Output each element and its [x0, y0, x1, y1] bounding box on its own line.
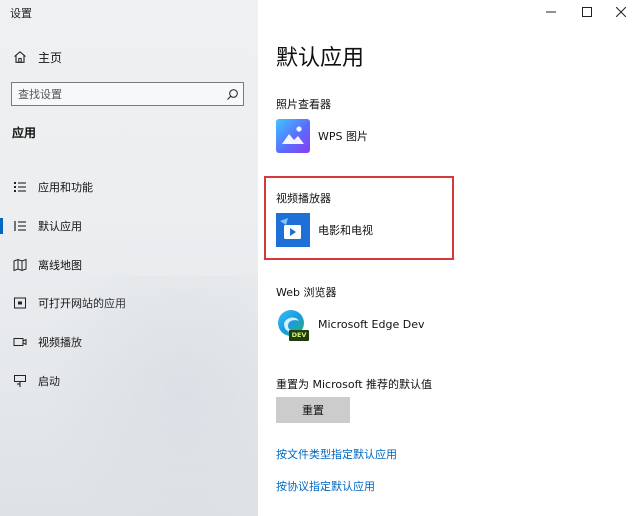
maximize-icon	[582, 2, 592, 21]
choose-by-protocol-link[interactable]: 按协议指定默认应用	[276, 478, 375, 494]
window-title: 设置	[10, 7, 32, 20]
dev-badge: DEV	[291, 331, 307, 339]
sidebar-nav-list: 应用和功能 默认应用 离线地图 可打开网站的应用 视频播放 启动	[0, 168, 258, 400]
search-box[interactable]	[11, 82, 244, 106]
video-icon	[12, 334, 28, 350]
list-icon	[12, 179, 28, 195]
wps-picture-icon	[276, 119, 310, 153]
sidebar-item-label: 离线地图	[38, 258, 82, 272]
sidebar-item-apps-for-websites[interactable]: 可打开网站的应用	[0, 284, 258, 323]
maximize-button[interactable]	[570, 0, 604, 22]
sidebar-item-label: 启动	[38, 374, 60, 388]
photo-viewer-app-name: WPS 图片	[318, 130, 368, 143]
video-player-app-name: 电影和电视	[318, 224, 373, 237]
web-app-icon	[12, 295, 28, 311]
movies-tv-icon	[276, 213, 310, 247]
minimize-button[interactable]	[534, 0, 568, 22]
home-label: 主页	[38, 50, 63, 65]
sidebar-item-default-apps[interactable]: 默认应用	[0, 207, 258, 246]
sidebar-item-label: 应用和功能	[38, 181, 93, 195]
page-title: 默认应用	[276, 46, 365, 71]
sidebar-item-video-playback[interactable]: 视频播放	[0, 323, 258, 362]
reset-label: 重置为 Microsoft 推荐的默认值	[276, 378, 433, 391]
video-player-label: 视频播放器	[276, 192, 331, 205]
edge-dev-icon: DEV	[276, 307, 310, 341]
search-input[interactable]	[12, 87, 221, 101]
map-icon	[12, 257, 28, 273]
photo-viewer-app-button[interactable]: WPS 图片	[276, 118, 368, 154]
web-browser-app-name: Microsoft Edge Dev	[318, 317, 425, 331]
settings-window: 设置 主页 应用	[0, 0, 640, 516]
sidebar-item-startup[interactable]: 启动	[0, 361, 258, 400]
web-browser-label: Web 浏览器	[276, 286, 337, 299]
main-content: 默认应用 照片查看器 WPS 图片 视频播放器 电影和电视 Web 浏览器 DE…	[258, 0, 640, 516]
sidebar-item-apps-features[interactable]: 应用和功能	[0, 168, 258, 207]
video-player-app-button[interactable]: 电影和电视	[276, 212, 373, 248]
close-button[interactable]	[604, 0, 638, 22]
home-icon	[12, 49, 28, 65]
reset-button[interactable]: 重置	[276, 397, 350, 423]
search-icon[interactable]	[221, 83, 243, 105]
sidebar-item-label: 默认应用	[38, 220, 82, 234]
section-label-apps: 应用	[12, 126, 37, 140]
choose-by-file-type-link[interactable]: 按文件类型指定默认应用	[276, 446, 397, 462]
sidebar-item-label: 可打开网站的应用	[38, 297, 126, 311]
default-list-icon	[12, 218, 28, 234]
home-nav-item[interactable]: 主页	[12, 46, 62, 68]
photo-viewer-label: 照片查看器	[276, 98, 331, 111]
web-browser-app-button[interactable]: DEV Microsoft Edge Dev	[276, 306, 424, 342]
close-icon	[615, 2, 627, 21]
sidebar: 设置 主页 应用	[0, 0, 258, 516]
sidebar-item-offline-maps[interactable]: 离线地图	[0, 245, 258, 284]
startup-icon	[12, 373, 28, 389]
minimize-icon	[546, 2, 556, 21]
sidebar-item-label: 视频播放	[38, 336, 82, 350]
